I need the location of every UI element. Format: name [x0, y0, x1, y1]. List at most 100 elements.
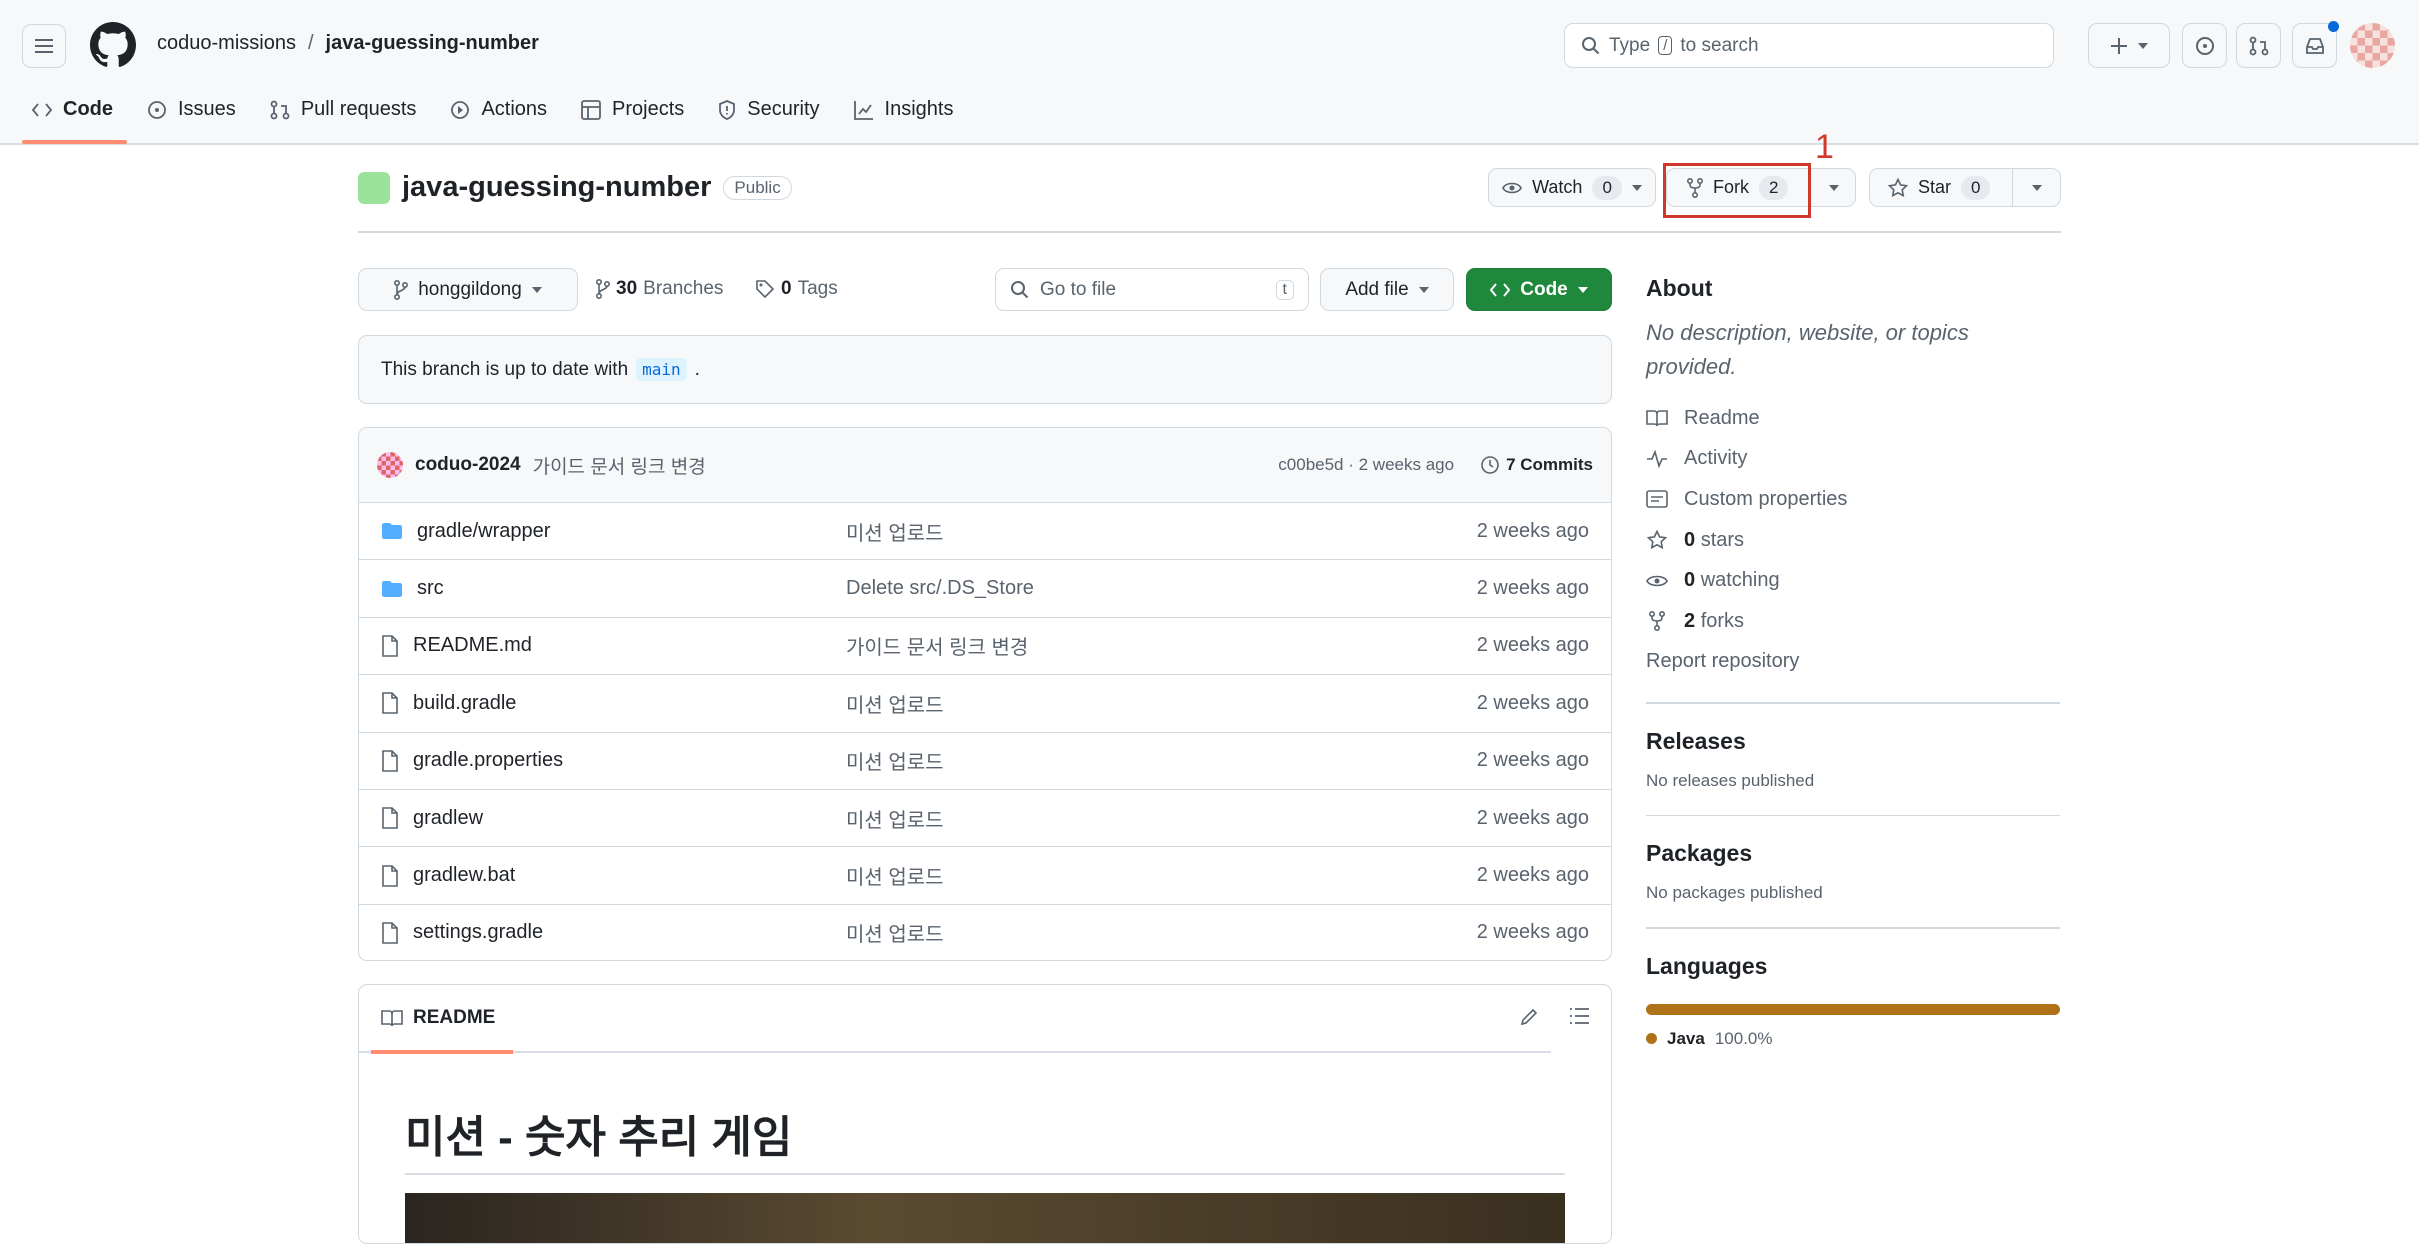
divider: [1646, 702, 2060, 704]
tab-code[interactable]: Code: [32, 98, 113, 121]
file-row[interactable]: gradlew 미션 업로드 2 weeks ago: [359, 788, 1611, 846]
inbox-button[interactable]: [2292, 21, 2339, 68]
inbox-icon: [2305, 37, 2325, 55]
language-bar-java: [1646, 1003, 2060, 1015]
file-commit-message[interactable]: 미션 업로드: [846, 861, 1477, 890]
search-input[interactable]: Type / to search: [1564, 23, 2054, 68]
tab-actions[interactable]: Actions: [450, 98, 547, 121]
divider: [358, 231, 2061, 233]
folder-icon: [381, 522, 403, 540]
create-new-button[interactable]: [2088, 23, 2170, 68]
hamburger-icon: [34, 38, 54, 54]
file-commit-message[interactable]: 가이드 문서 링크 변경: [846, 631, 1477, 660]
language-name: Java: [1667, 1028, 1705, 1048]
file-row[interactable]: src Delete src/.DS_Store 2 weeks ago: [359, 559, 1611, 616]
tab-insights[interactable]: Insights: [853, 98, 953, 121]
search-placeholder: Type: [1609, 34, 1651, 56]
tab-pull-requests[interactable]: Pull requests: [270, 98, 417, 121]
eye-icon: [1502, 181, 1522, 195]
commit-author[interactable]: coduo-2024: [415, 454, 521, 476]
caret-down-icon: [1418, 286, 1429, 293]
file-name[interactable]: README.md: [413, 634, 532, 657]
file-name[interactable]: gradle.properties: [413, 749, 563, 772]
readme-link[interactable]: Readme: [1646, 398, 2060, 439]
tab-label: Pull requests: [300, 98, 417, 120]
language-java[interactable]: Java 100.0%: [1646, 1029, 2060, 1049]
file-name[interactable]: settings.gradle: [413, 921, 543, 944]
branches-label: Branches: [643, 278, 724, 299]
branches-count: 30: [616, 278, 638, 299]
search-shortcut-key: /: [1658, 36, 1673, 55]
file-row[interactable]: README.md 가이드 문서 링크 변경 2 weeks ago: [359, 616, 1611, 674]
add-file-button[interactable]: Add file: [1320, 268, 1454, 311]
edit-pencil-icon[interactable]: [1519, 1007, 1539, 1027]
file-name[interactable]: build.gradle: [413, 692, 516, 715]
report-repository-link[interactable]: Report repository: [1646, 642, 2060, 683]
book-icon: [381, 1009, 403, 1027]
star-button[interactable]: Star 0: [1869, 168, 2061, 207]
pull-request-icon: [2249, 36, 2269, 56]
caret-down-icon: [2031, 184, 2042, 191]
tab-security[interactable]: Security: [718, 98, 820, 121]
forks-link[interactable]: 2 forks: [1646, 601, 2060, 642]
outline-list-icon[interactable]: [1569, 1007, 1589, 1025]
file-commit-message[interactable]: 미션 업로드: [846, 689, 1477, 718]
file-row[interactable]: gradlew.bat 미션 업로드 2 weeks ago: [359, 846, 1611, 903]
tags-link[interactable]: 0 Tags: [755, 278, 838, 300]
menu-button[interactable]: [22, 24, 66, 68]
file-name[interactable]: gradle/wrapper: [417, 520, 550, 543]
code-button[interactable]: Code: [1466, 268, 1612, 311]
repo-link[interactable]: java-guessing-number: [326, 32, 539, 55]
branch-link[interactable]: main: [636, 358, 687, 381]
branch-name: honggildong: [418, 278, 522, 300]
file-name[interactable]: gradlew: [413, 807, 483, 830]
language-color-dot: [1646, 1033, 1657, 1045]
file-row[interactable]: gradle/wrapper 미션 업로드 2 weeks ago: [359, 502, 1611, 559]
repo-title[interactable]: java-guessing-number: [402, 171, 711, 204]
file-row[interactable]: gradle.properties 미션 업로드 2 weeks ago: [359, 731, 1611, 789]
activity-link[interactable]: Activity: [1646, 439, 2060, 480]
file-commit-message[interactable]: 미션 업로드: [846, 746, 1477, 775]
custom-properties-link[interactable]: Custom properties: [1646, 479, 2060, 520]
owner-link[interactable]: coduo-missions: [157, 32, 296, 55]
file-name[interactable]: gradlew.bat: [413, 864, 515, 887]
file-commit-message[interactable]: 미션 업로드: [846, 804, 1477, 833]
watch-button[interactable]: Watch 0: [1488, 168, 1656, 207]
issues-button[interactable]: [2182, 23, 2227, 68]
file-commit-message[interactable]: 미션 업로드: [846, 517, 1477, 546]
commit-message[interactable]: 가이드 문서 링크 변경: [533, 452, 706, 479]
tab-issues[interactable]: Issues: [147, 98, 236, 121]
shield-icon: [718, 99, 736, 120]
file-commit-message[interactable]: 미션 업로드: [846, 918, 1477, 947]
forks-count: 2: [1684, 609, 1696, 632]
commits-link[interactable]: 7 Commits: [1480, 455, 1593, 475]
commit-hash-age[interactable]: c00be5d · 2 weeks ago: [1278, 455, 1454, 475]
language-bar: [1646, 1003, 2060, 1015]
commits-count: 7 Commits: [1506, 455, 1593, 474]
issue-icon: [147, 100, 167, 120]
branch-icon: [394, 279, 409, 300]
pull-requests-button[interactable]: [2236, 23, 2281, 68]
link-label: Activity: [1684, 447, 1748, 470]
star-dropdown[interactable]: [2012, 169, 2060, 206]
github-logo-icon[interactable]: [90, 22, 136, 68]
plus-icon: [2110, 37, 2128, 55]
packages-title[interactable]: Packages: [1646, 840, 2060, 867]
watching-link[interactable]: 0 watching: [1646, 560, 2060, 601]
branch-icon: [596, 278, 610, 300]
releases-title[interactable]: Releases: [1646, 728, 2060, 755]
go-to-file-input[interactable]: Go to file t: [995, 268, 1309, 311]
avatar[interactable]: [2350, 23, 2395, 68]
branch-selector[interactable]: honggildong: [358, 268, 578, 311]
active-tab-indicator: [22, 140, 127, 144]
file-row[interactable]: settings.gradle 미션 업로드 2 weeks ago: [359, 903, 1611, 960]
file-commit-message[interactable]: Delete src/.DS_Store: [846, 577, 1477, 600]
branches-link[interactable]: 30 Branches: [596, 278, 723, 300]
file-name[interactable]: src: [417, 577, 444, 600]
link-label: Readme: [1684, 406, 1760, 429]
search-icon: [1010, 280, 1030, 300]
file-row[interactable]: build.gradle 미션 업로드 2 weeks ago: [359, 674, 1611, 731]
readme-tab[interactable]: README: [413, 1007, 495, 1029]
tab-projects[interactable]: Projects: [581, 98, 684, 121]
stars-link[interactable]: 0 stars: [1646, 520, 2060, 561]
